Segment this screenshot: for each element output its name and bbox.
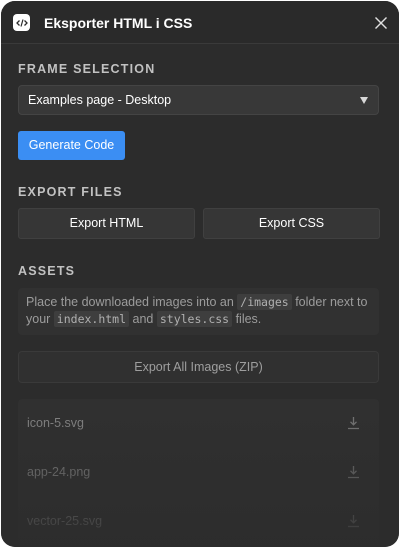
assets-info: Place the downloaded images into an /ima…: [18, 288, 379, 335]
close-icon: [375, 17, 387, 29]
plugin-window: Eksporter HTML i CSS FRAME SELECTION Exa…: [1, 1, 399, 547]
file-name: vector-25.svg: [27, 514, 103, 528]
header: Eksporter HTML i CSS: [1, 1, 399, 44]
list-item[interactable]: vector-25.svg: [18, 497, 379, 545]
list-item[interactable]: icon-5.svg: [18, 399, 379, 447]
info-code-styles: styles.css: [156, 311, 233, 327]
export-files-heading: EXPORT FILES: [18, 185, 123, 199]
file-name: app-24.png: [27, 465, 91, 479]
info-text-1: Place the downloaded images into an: [26, 295, 238, 309]
info-text-4: files.: [232, 312, 262, 326]
frame-select[interactable]: Examples page - Desktop: [18, 85, 379, 115]
frame-select-value: Examples page - Desktop: [28, 93, 172, 107]
export-css-button[interactable]: Export CSS: [203, 208, 380, 239]
assets-heading: ASSETS: [18, 264, 76, 278]
export-all-images-button[interactable]: Export All Images (ZIP): [18, 351, 379, 383]
generate-code-button[interactable]: Generate Code: [18, 131, 125, 160]
close-button[interactable]: [371, 13, 391, 33]
export-html-button[interactable]: Export HTML: [18, 208, 195, 239]
asset-file-list: icon-5.svg app-24.png vector-25.svg: [18, 399, 379, 547]
window-title: Eksporter HTML i CSS: [44, 15, 193, 31]
list-item[interactable]: app-24.png: [18, 448, 379, 496]
info-code-index: index.html: [53, 311, 130, 327]
download-icon[interactable]: [347, 514, 360, 528]
info-text-3: and: [129, 312, 157, 326]
file-name: icon-5.svg: [27, 416, 84, 430]
code-icon: [13, 14, 30, 31]
download-icon[interactable]: [347, 465, 360, 479]
info-code-images: /images: [237, 294, 292, 310]
frame-selection-heading: FRAME SELECTION: [18, 62, 156, 76]
dropdown-arrow-icon: [360, 97, 368, 104]
download-icon[interactable]: [347, 416, 360, 430]
